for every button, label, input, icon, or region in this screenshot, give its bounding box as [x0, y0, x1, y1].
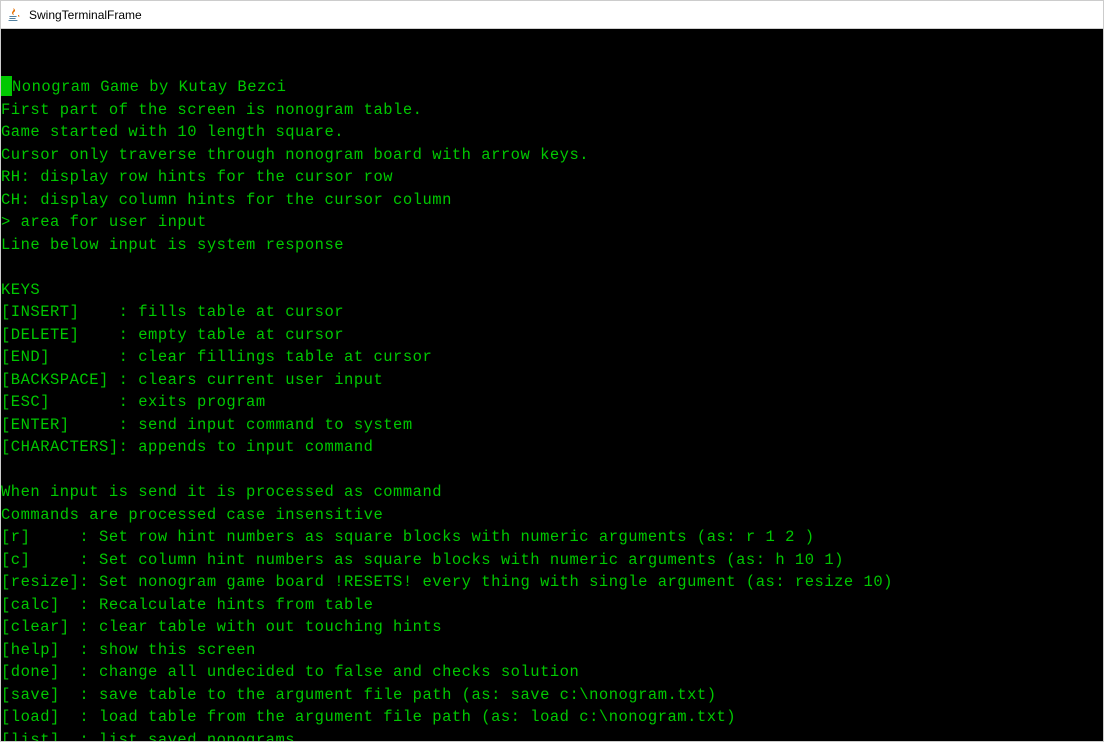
terminal-line: [list] : list saved nonograms: [1, 729, 1103, 742]
terminal-line: [calc] : Recalculate hints from table: [1, 594, 1103, 617]
terminal-line: [ESC] : exits program: [1, 391, 1103, 414]
terminal-line: First part of the screen is nonogram tab…: [1, 99, 1103, 122]
terminal-line: [END] : clear fillings table at cursor: [1, 346, 1103, 369]
java-icon: [7, 7, 23, 23]
terminal-line: [r] : Set row hint numbers as square blo…: [1, 526, 1103, 549]
terminal-line: Commands are processed case insensitive: [1, 504, 1103, 527]
terminal-line: When input is send it is processed as co…: [1, 481, 1103, 504]
window-title: SwingTerminalFrame: [29, 8, 142, 22]
terminal-line: [done] : change all undecided to false a…: [1, 661, 1103, 684]
terminal-line: [1, 256, 1103, 279]
terminal-line: [clear] : clear table with out touching …: [1, 616, 1103, 639]
terminal-area[interactable]: Nonogram Game by Kutay BezciFirst part o…: [1, 29, 1103, 741]
terminal-line: [BACKSPACE] : clears current user input: [1, 369, 1103, 392]
terminal-line: Line below input is system response: [1, 234, 1103, 257]
terminal-line: [resize]: Set nonogram game board !RESET…: [1, 571, 1103, 594]
terminal-line: CH: display column hints for the cursor …: [1, 189, 1103, 212]
terminal-line: RH: display row hints for the cursor row: [1, 166, 1103, 189]
terminal-line: [save] : save table to the argument file…: [1, 684, 1103, 707]
terminal-line: Cursor only traverse through nonogram bo…: [1, 144, 1103, 167]
terminal-line: [INSERT] : fills table at cursor: [1, 301, 1103, 324]
terminal-line: Nonogram Game by Kutay Bezci: [1, 76, 1103, 99]
terminal-line: [1, 459, 1103, 482]
terminal-line: [ENTER] : send input command to system: [1, 414, 1103, 437]
terminal-line: [c] : Set column hint numbers as square …: [1, 549, 1103, 572]
terminal-line: [DELETE] : empty table at cursor: [1, 324, 1103, 347]
terminal-line: KEYS: [1, 279, 1103, 302]
terminal-line: [help] : show this screen: [1, 639, 1103, 662]
cursor-block: [1, 76, 12, 96]
terminal-line: > area for user input: [1, 211, 1103, 234]
terminal-line: [CHARACTERS]: appends to input command: [1, 436, 1103, 459]
terminal-line: Game started with 10 length square.: [1, 121, 1103, 144]
terminal-line: [load] : load table from the argument fi…: [1, 706, 1103, 729]
titlebar[interactable]: SwingTerminalFrame: [1, 1, 1103, 29]
app-window: SwingTerminalFrame Nonogram Game by Kuta…: [0, 0, 1104, 742]
